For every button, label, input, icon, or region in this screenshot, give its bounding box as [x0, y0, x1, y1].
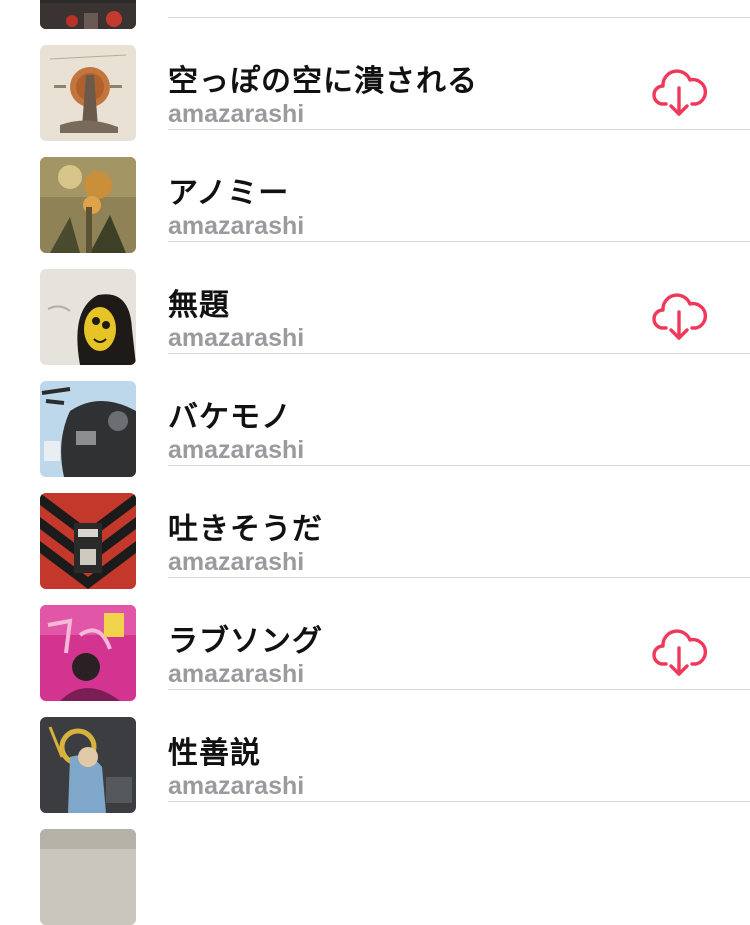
song-title: 性善説 — [168, 736, 261, 771]
song-title: バケモノ — [168, 400, 292, 435]
cloud-download-icon — [652, 293, 708, 340]
album-artwork — [40, 829, 136, 925]
song-artist: amazarashi — [168, 324, 305, 352]
song-row[interactable]: ラブソング amazarashi — [0, 578, 750, 701]
song-row[interactable]: 無題 amazarashi — [0, 242, 750, 365]
song-title: 吐きそうだ — [168, 512, 323, 547]
song-artist: amazarashi — [168, 436, 305, 464]
song-artist: amazarashi — [168, 100, 305, 128]
download-button[interactable] — [650, 624, 708, 682]
song-title: 無題 — [168, 288, 230, 323]
song-artist: amazarashi — [168, 772, 305, 800]
song-title: ラブソング — [168, 624, 323, 659]
album-artwork — [40, 45, 136, 141]
album-artwork — [40, 269, 136, 365]
song-title: アノミー — [168, 176, 290, 211]
album-artwork — [40, 157, 136, 253]
song-artist: amazarashi — [168, 212, 305, 240]
song-artist: amazarashi — [168, 548, 305, 576]
song-row[interactable] — [0, 0, 750, 29]
song-title: 空っぽの空に潰される — [168, 64, 478, 99]
album-artwork — [40, 605, 136, 701]
song-list: 空っぽの空に潰される amazarashi アノミー amazarashi 無題… — [0, 0, 750, 925]
cloud-download-icon — [652, 69, 708, 116]
album-artwork — [40, 381, 136, 477]
download-button[interactable] — [650, 64, 708, 122]
song-row[interactable]: 吐きそうだ amazarashi — [0, 466, 750, 589]
song-row[interactable]: 空っぽの空に潰される amazarashi — [0, 18, 750, 141]
album-artwork — [40, 717, 136, 813]
song-row[interactable]: アノミー amazarashi — [0, 130, 750, 253]
album-artwork — [40, 493, 136, 589]
song-row[interactable]: 性善説 amazarashi — [0, 690, 750, 813]
song-row[interactable]: バケモノ amazarashi — [0, 354, 750, 477]
cloud-download-icon — [652, 629, 708, 676]
download-button[interactable] — [650, 288, 708, 346]
song-artist: amazarashi — [168, 660, 305, 688]
